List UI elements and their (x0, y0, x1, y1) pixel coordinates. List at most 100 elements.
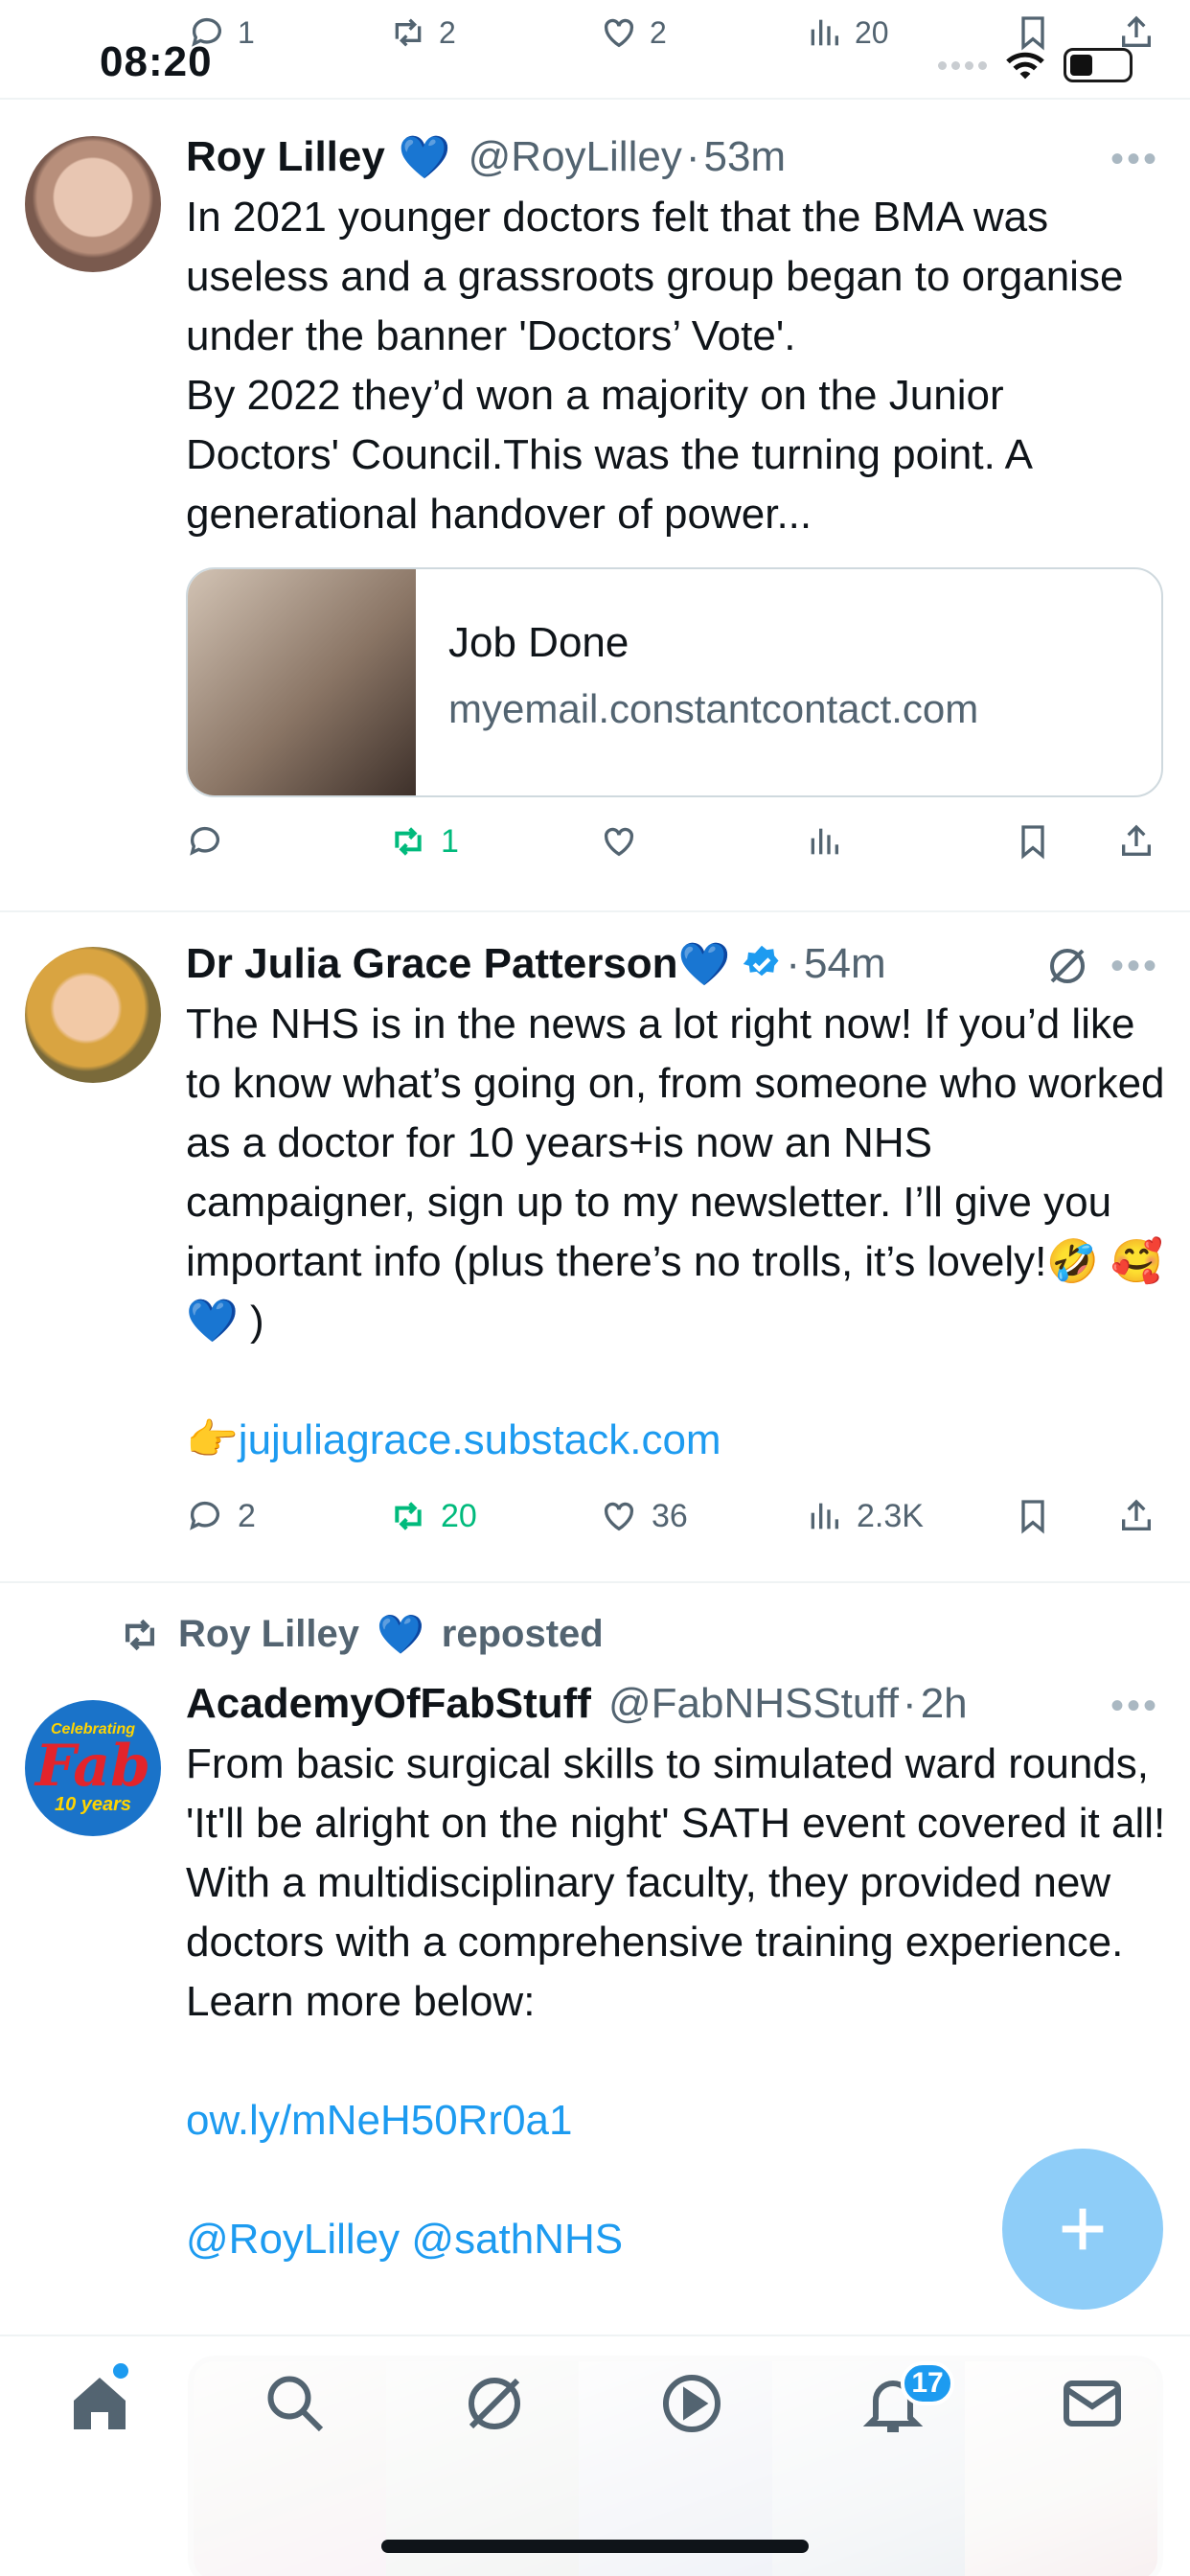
wifi-icon (1004, 48, 1046, 82)
reply-button[interactable]: 2 (186, 1497, 256, 1535)
battery-icon (1064, 48, 1133, 82)
avatar-logo-text: Fab (34, 1732, 151, 1800)
grok-icon[interactable] (1044, 943, 1090, 989)
reply-button[interactable] (186, 822, 224, 861)
mail-icon (1058, 2369, 1127, 2438)
bookmark-action[interactable] (1014, 13, 1052, 52)
repost-icon (389, 13, 427, 52)
like-icon (600, 13, 638, 52)
tweet-header: Dr Julia Grace Patterson 💙 · 54m (186, 940, 886, 988)
like-icon (600, 1497, 638, 1535)
repost-icon (389, 822, 427, 861)
notifications-badge: 17 (901, 2361, 954, 2405)
views-icon (805, 13, 843, 52)
search-icon (261, 2369, 330, 2438)
newsletter-link[interactable]: jujuliagrace.substack.com (239, 1416, 721, 1463)
more-options-icon[interactable]: ••• (1110, 138, 1159, 181)
share-button[interactable] (1117, 1497, 1156, 1535)
views-count: 2.3K (857, 1497, 924, 1534)
tweet-header: AcademyOfFabStuff @FabNHSStuff · 2h (186, 1680, 968, 1728)
new-posts-dot (113, 2363, 128, 2379)
tweet-link-row: 👉jujuliagrace.substack.com (186, 1411, 1167, 1470)
heart-emoji: 💙 (376, 1614, 424, 1656)
bookmark-icon (1014, 13, 1052, 52)
reply-count: 1 (238, 14, 255, 50)
status-time: 08:20 (100, 38, 213, 85)
verified-icon (742, 944, 782, 984)
more-options-icon[interactable]: ••• (1110, 1685, 1159, 1728)
card-domain: myemail.constantcontact.com (448, 686, 979, 731)
cellular-signal-icon (938, 60, 987, 70)
share-icon (1117, 822, 1156, 861)
heart-emoji: 💙 (398, 134, 451, 181)
bookmark-icon (1014, 1497, 1052, 1535)
share-button[interactable] (1117, 822, 1156, 861)
share-action[interactable] (1117, 13, 1156, 52)
home-icon (65, 2369, 134, 2438)
more-options-icon[interactable]: ••• (1110, 945, 1159, 988)
avatar-bottom-text: 10 years (54, 1793, 132, 1815)
author-name[interactable]: Roy Lilley (186, 133, 385, 181)
event-link[interactable]: ow.ly/mNeH50Rr0a1 (186, 2097, 573, 2144)
tweet[interactable]: Roy Lilley 💙 @RoyLilley · 53m ••• In 202… (0, 102, 1190, 912)
tweet-time: 54m (804, 940, 886, 987)
like-button[interactable]: 36 (600, 1497, 688, 1535)
author-name[interactable]: Dr Julia Grace Patterson (186, 940, 678, 988)
reply-count: 2 (238, 1497, 256, 1534)
repost-label: reposted (441, 1613, 604, 1655)
like-count: 2 (650, 14, 667, 50)
video-tab[interactable] (657, 2369, 726, 2438)
like-count: 36 (652, 1497, 688, 1534)
like-icon (600, 822, 638, 861)
tweet[interactable]: Dr Julia Grace Patterson 💙 · 54m ••• The… (0, 912, 1190, 1583)
bookmark-button[interactable] (1014, 822, 1052, 861)
card-thumbnail (188, 569, 416, 795)
views-icon (805, 822, 843, 861)
status-indicators (938, 48, 1133, 82)
search-tab[interactable] (261, 2369, 330, 2438)
heart-emoji: 💙 (677, 941, 731, 988)
home-tab[interactable] (65, 2369, 134, 2438)
tweet-time: 53m (703, 133, 787, 180)
repost-button[interactable]: 1 (389, 822, 459, 861)
views-action[interactable]: 20 (805, 13, 889, 52)
avatar[interactable] (25, 136, 161, 272)
views-icon (805, 1497, 843, 1535)
avatar[interactable] (25, 947, 161, 1083)
avatar[interactable]: Celebrating Fab 10 years (25, 1700, 161, 1836)
mentions[interactable]: @RoyLilley @sathNHS (186, 2216, 623, 2263)
author-handle[interactable]: @RoyLilley (469, 133, 682, 181)
bookmark-button[interactable] (1014, 1497, 1052, 1535)
tweet-link-row: ow.ly/mNeH50Rr0a1 (186, 2091, 1167, 2150)
repost-button[interactable]: 20 (389, 1497, 477, 1535)
compose-button[interactable] (1002, 2149, 1163, 2310)
share-icon (1117, 13, 1156, 52)
tweet-time: 2h (920, 1680, 968, 1727)
repost-count: 2 (439, 14, 456, 50)
tweet-text: In 2021 younger doctors felt that the BM… (186, 194, 1124, 538)
tweet-text: The NHS is in the news a lot right now! … (186, 1000, 1177, 1345)
plus-icon (1052, 2198, 1113, 2260)
repost-count: 1 (441, 822, 459, 860)
reposter-name: Roy Lilley (178, 1613, 359, 1655)
views-button[interactable]: 2.3K (805, 1497, 924, 1535)
repost-indicator[interactable]: Roy Lilley 💙 reposted (119, 1612, 604, 1657)
grok-icon (460, 2369, 529, 2438)
reply-icon (186, 1497, 224, 1535)
views-count: 20 (855, 14, 889, 50)
link-card[interactable]: Job Done myemail.constantcontact.com (186, 567, 1163, 797)
repost-count: 20 (441, 1497, 477, 1534)
like-action[interactable]: 2 (600, 13, 667, 52)
like-button[interactable] (600, 822, 638, 861)
grok-tab[interactable] (460, 2369, 529, 2438)
card-title: Job Done (448, 619, 629, 666)
home-indicator[interactable] (381, 2540, 809, 2553)
messages-tab[interactable] (1058, 2369, 1127, 2438)
author-name[interactable]: AcademyOfFabStuff (186, 1680, 591, 1728)
repost-action[interactable]: 2 (389, 13, 456, 52)
tweet-header: Roy Lilley 💙 @RoyLilley · 53m (186, 133, 787, 181)
author-handle[interactable]: @FabNHSStuff (608, 1680, 899, 1728)
play-icon (657, 2369, 726, 2438)
views-button[interactable] (805, 822, 843, 861)
reply-icon (186, 822, 224, 861)
